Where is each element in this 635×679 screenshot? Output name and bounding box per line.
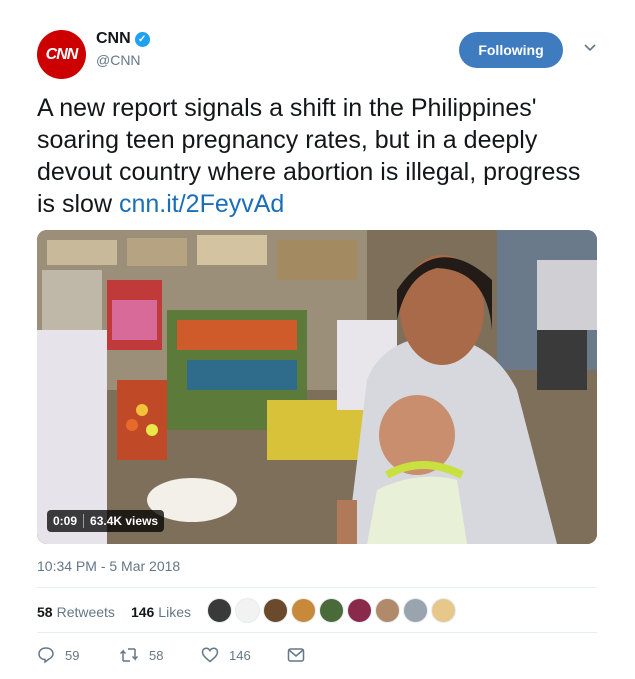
- liker-avatar[interactable]: [291, 598, 316, 623]
- divider: [37, 632, 597, 633]
- envelope-icon: [287, 648, 305, 662]
- overlay-separator: [83, 514, 85, 528]
- reply-count: 59: [65, 647, 80, 663]
- liker-avatar[interactable]: [319, 598, 344, 623]
- reply-icon: [38, 647, 54, 664]
- liker-avatar[interactable]: [235, 598, 260, 623]
- tweet-header: CNN CNN ✓ @CNN Following: [37, 28, 597, 80]
- video-views: 63.4K views: [90, 514, 159, 528]
- likes-label: Likes: [158, 604, 191, 620]
- liker-avatar[interactable]: [207, 598, 232, 623]
- verified-badge-icon: ✓: [134, 31, 150, 47]
- author-info: CNN ✓ @CNN: [96, 30, 150, 68]
- liker-avatar[interactable]: [375, 598, 400, 623]
- retweet-count: 58: [149, 647, 164, 663]
- liker-avatar[interactable]: [403, 598, 428, 623]
- heart-icon: [201, 647, 219, 663]
- tweet-actions: 59 58 146: [37, 646, 305, 664]
- avatar-logo-text: CNN: [45, 45, 79, 63]
- retweet-button[interactable]: 58: [119, 646, 201, 664]
- tweet-text: A new report signals a shift in the Phil…: [37, 92, 602, 220]
- retweets-stat[interactable]: 58 Retweets: [37, 604, 115, 620]
- video-overlay: 0:09 63.4K views: [47, 510, 165, 532]
- retweets-label: Retweets: [56, 604, 115, 620]
- divider: [37, 587, 597, 588]
- likes-stat[interactable]: 146 Likes: [131, 604, 191, 620]
- retweet-icon: [119, 648, 139, 662]
- like-button[interactable]: 146: [201, 646, 287, 664]
- display-name[interactable]: CNN: [96, 30, 131, 48]
- liker-avatar[interactable]: [347, 598, 372, 623]
- video-frame: [37, 230, 597, 544]
- video-time: 0:09: [53, 514, 78, 528]
- like-count: 146: [229, 647, 251, 663]
- video-player[interactable]: 0:09 63.4K views: [37, 230, 597, 544]
- avatar[interactable]: CNN: [37, 30, 86, 79]
- following-button[interactable]: Following: [459, 32, 563, 68]
- direct-message-button[interactable]: [287, 647, 305, 663]
- reply-button[interactable]: 59: [37, 646, 119, 664]
- liker-avatar[interactable]: [431, 598, 456, 623]
- tweet-timestamp[interactable]: 10:34 PM - 5 Mar 2018: [37, 558, 180, 574]
- tweet-link[interactable]: cnn.it/2FeyvAd: [119, 190, 284, 218]
- likes-count: 146: [130, 604, 155, 620]
- liker-avatar[interactable]: [263, 598, 288, 623]
- retweets-count: 58: [37, 604, 53, 620]
- handle[interactable]: @CNN: [96, 52, 150, 68]
- tweet-stats: 58 Retweets 146 Likes: [37, 600, 191, 624]
- liker-avatars: [207, 598, 456, 623]
- display-name-row[interactable]: CNN ✓: [96, 30, 150, 48]
- chevron-down-icon[interactable]: [581, 38, 599, 56]
